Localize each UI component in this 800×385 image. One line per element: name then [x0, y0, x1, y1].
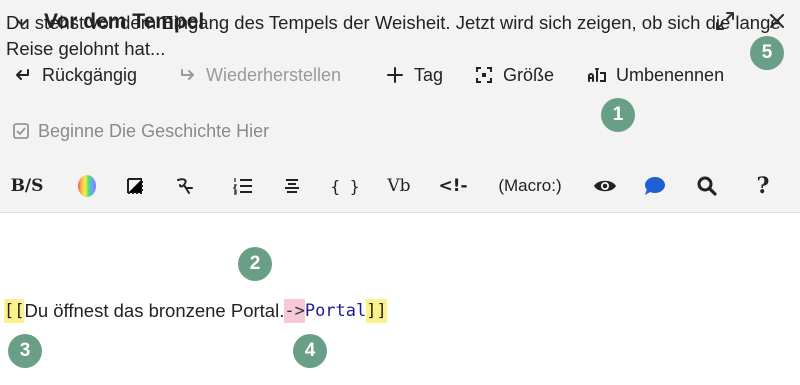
- search-icon: [697, 176, 717, 196]
- eye-icon: [594, 180, 616, 192]
- size-button[interactable]: Größe: [473, 58, 554, 92]
- start-story-checkbox[interactable]: Beginne Die Geschichte Hier: [12, 116, 269, 146]
- tag-label: Tag: [414, 64, 444, 85]
- passage-text[interactable]: Du stehst vor dem Eingang des Tempels de…: [6, 10, 786, 62]
- start-story-label: Beginne Die Geschichte Hier: [38, 120, 270, 141]
- callout-badge-5: 5: [750, 36, 784, 70]
- passage-toolbar: Rückgängig Wiederherstellen Tag Größe Um…: [0, 58, 800, 92]
- color-button[interactable]: [72, 168, 102, 204]
- script-icon: [177, 178, 193, 194]
- resize-icon: [473, 64, 495, 86]
- comment-button[interactable]: [640, 168, 670, 204]
- link-arrow: ->: [284, 299, 305, 323]
- verbatim-button[interactable]: Vb: [384, 168, 414, 204]
- checkbox-icon: [12, 122, 30, 140]
- format-toolbar: B/S { } Vb <!- (Macro:) ?: [0, 168, 800, 204]
- link-text: Du öffnest das bronzene Portal.: [24, 300, 285, 321]
- align-box-button[interactable]: [120, 168, 150, 204]
- callout-badge-4: 4: [293, 334, 327, 368]
- callout-badge-1: 1: [601, 98, 635, 132]
- undo-icon: [12, 64, 34, 86]
- rename-label: Umbenennen: [616, 64, 725, 85]
- list-button[interactable]: [228, 168, 258, 204]
- passage-link-line[interactable]: [[ Du öffnest das bronzene Portal. -> Po…: [4, 296, 387, 326]
- ordered-list-icon: [232, 178, 252, 195]
- macro-button[interactable]: (Macro:): [490, 168, 570, 204]
- add-tag-button[interactable]: Tag: [384, 58, 443, 92]
- script-button[interactable]: [170, 168, 200, 204]
- search-button[interactable]: [692, 168, 722, 204]
- size-label: Größe: [503, 64, 555, 85]
- help-button[interactable]: ?: [748, 168, 778, 204]
- align-center-button[interactable]: [277, 168, 307, 204]
- speech-bubble-icon: [645, 177, 665, 195]
- align-center-icon: [285, 179, 299, 193]
- rename-button[interactable]: Umbenennen: [586, 58, 724, 92]
- redo-button[interactable]: Wiederherstellen: [176, 58, 341, 92]
- rename-icon: [586, 64, 608, 86]
- bold-strike-button[interactable]: B/S: [10, 168, 44, 204]
- comment-markup-button[interactable]: <!-: [436, 168, 470, 204]
- redo-icon: [176, 64, 198, 86]
- link-open-brackets: [[: [4, 299, 25, 323]
- redo-label: Wiederherstellen: [206, 64, 342, 85]
- color-palette-icon: [78, 175, 96, 197]
- callout-badge-2: 2: [238, 247, 272, 281]
- preview-button[interactable]: [590, 168, 620, 204]
- undo-button[interactable]: Rückgängig: [12, 58, 137, 92]
- plus-icon: [384, 64, 406, 86]
- callout-badge-3: 3: [8, 334, 42, 368]
- link-target: Portal: [304, 301, 367, 321]
- link-close-brackets: ]]: [366, 299, 387, 323]
- undo-label: Rückgängig: [42, 64, 138, 85]
- dotted-box-icon: [127, 178, 143, 194]
- code-button[interactable]: { }: [330, 168, 360, 204]
